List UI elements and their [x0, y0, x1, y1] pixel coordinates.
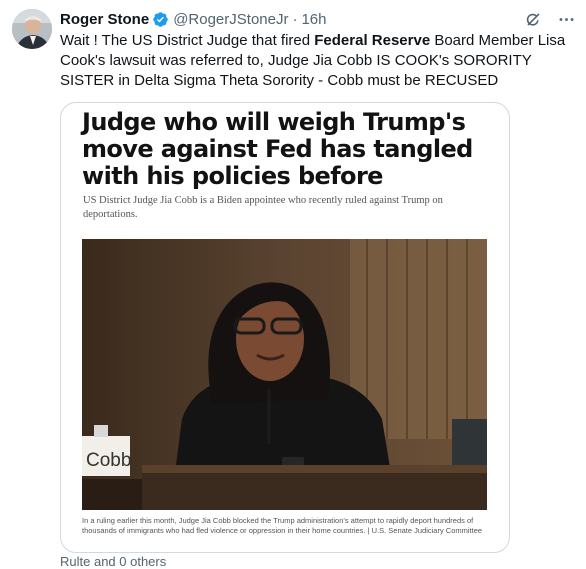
- article-headline: Judge who will weigh Trump's move agains…: [82, 108, 473, 190]
- author-handle[interactable]: @RogerJStoneJr: [173, 11, 288, 28]
- author-name[interactable]: Roger Stone: [60, 11, 149, 28]
- tweet-text-bold: Federal Reserve: [314, 32, 431, 49]
- grok-icon[interactable]: [524, 10, 543, 29]
- tweet-header: Roger Stone @RogerJStoneJr · 16h: [60, 9, 576, 29]
- timestamp[interactable]: 16h: [301, 11, 326, 28]
- nameplate-text: Cobb: [86, 450, 131, 471]
- separator-dot: ·: [292, 10, 298, 28]
- article-card[interactable]: Judge who will weigh Trump's move agains…: [60, 102, 510, 553]
- avatar[interactable]: [12, 9, 52, 49]
- tweet-text: Wait ! The US District Judge that fired …: [60, 31, 578, 91]
- tweet-text-part: Wait ! The US District Judge that fired: [60, 32, 315, 49]
- verified-badge-icon: [153, 11, 168, 27]
- more-icon[interactable]: [557, 10, 576, 29]
- article-photo: Cobb: [82, 239, 487, 510]
- article-deck: US District Judge Jia Cobb is a Biden ap…: [83, 195, 443, 220]
- article-caption: In a ruling earlier this month, Judge Ji…: [82, 516, 483, 535]
